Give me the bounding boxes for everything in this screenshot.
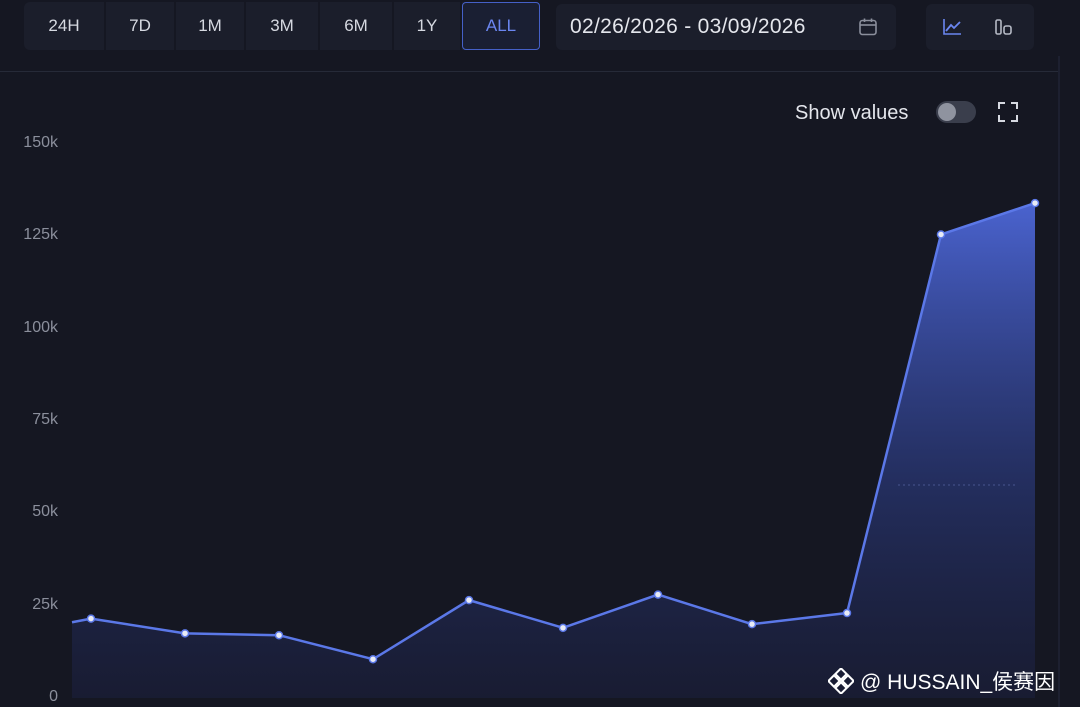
data-point[interactable] xyxy=(180,629,190,638)
data-point[interactable] xyxy=(936,230,946,239)
watermark: @ HUSSAIN_侯赛因 xyxy=(828,666,1055,696)
data-point[interactable] xyxy=(1030,198,1040,208)
area-chart xyxy=(71,198,1040,699)
watermark-text: @ HUSSAIN_侯赛因 xyxy=(860,671,1056,694)
data-point[interactable] xyxy=(464,595,474,605)
data-point[interactable] xyxy=(558,623,568,633)
data-point[interactable] xyxy=(653,590,663,599)
data-point[interactable] xyxy=(368,654,378,664)
data-point[interactable] xyxy=(842,608,852,618)
data-point[interactable] xyxy=(86,614,96,623)
data-point[interactable] xyxy=(747,619,757,629)
data-point[interactable] xyxy=(274,630,284,640)
binance-logo-icon xyxy=(828,668,854,694)
